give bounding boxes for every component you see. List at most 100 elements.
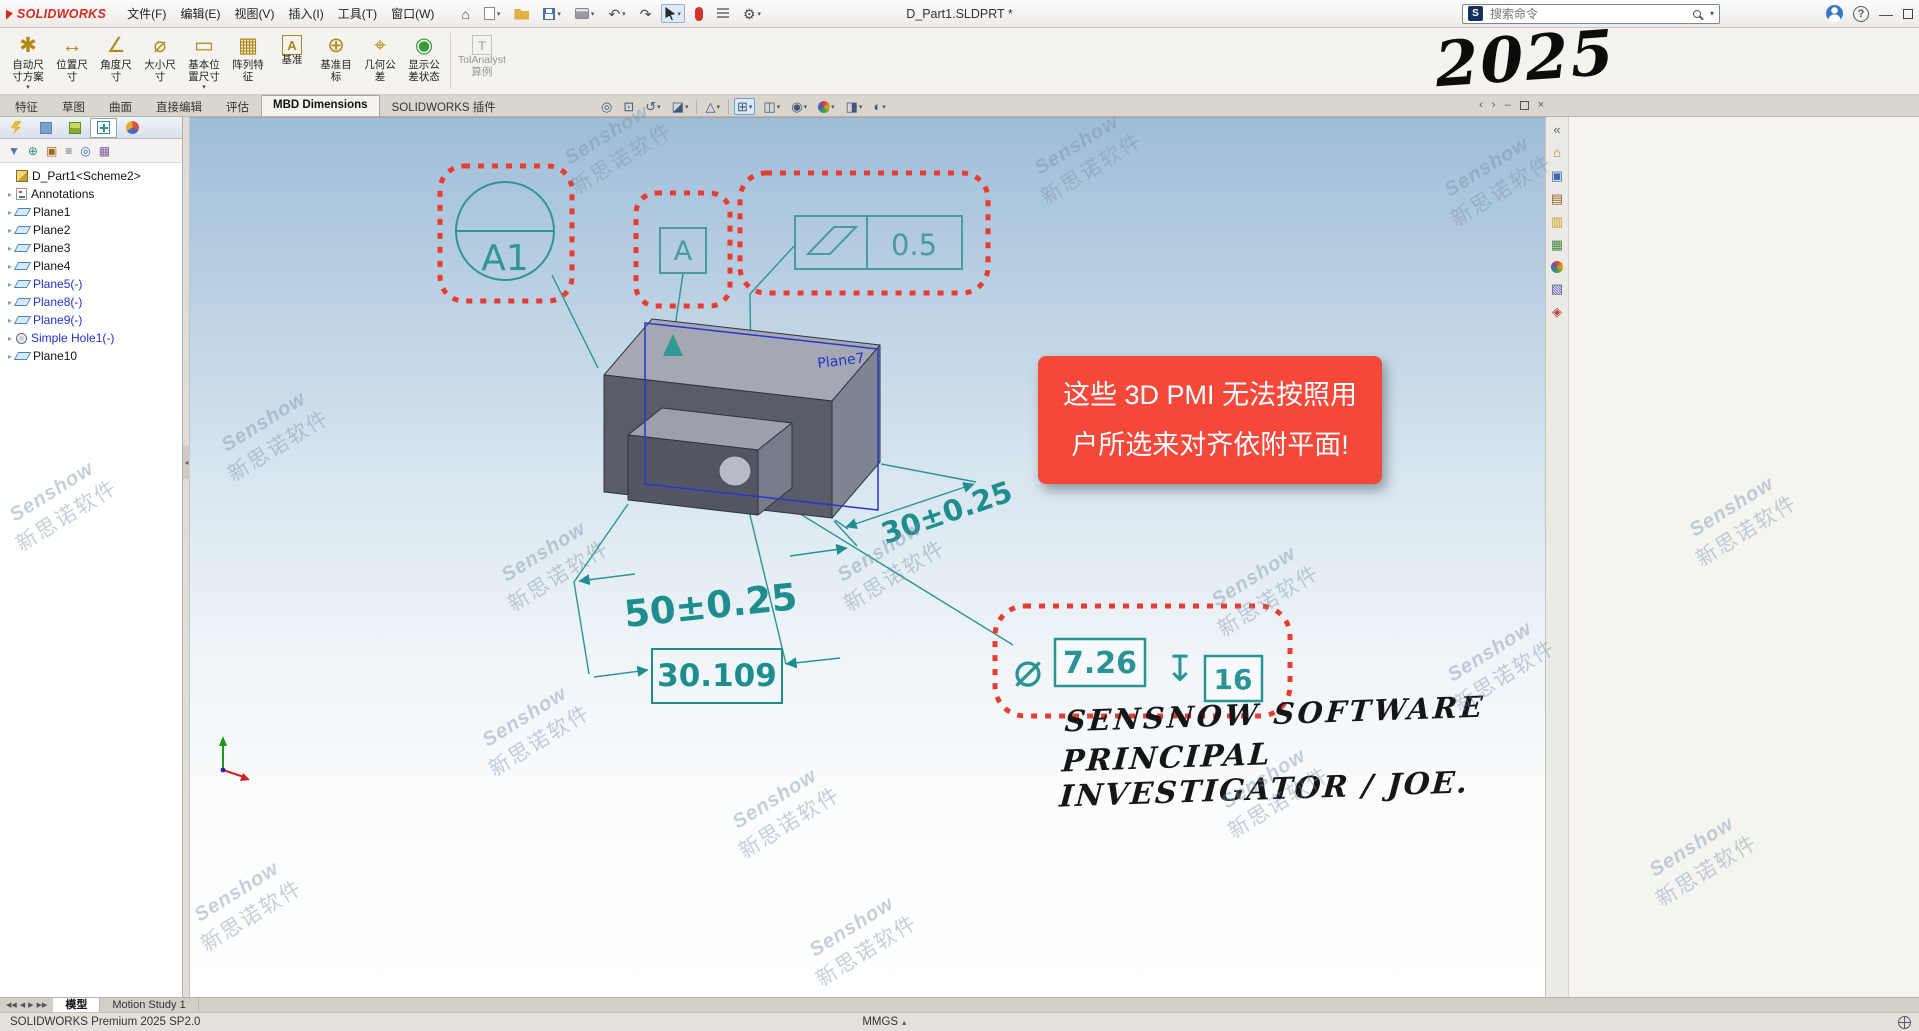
graphics-area[interactable]: Plane7 A1 A 0.5 50 — [190, 117, 1545, 997]
print-button[interactable]: ▾ — [571, 5, 599, 22]
tree-item-Plane2[interactable]: ▸Plane2 — [4, 221, 182, 239]
ribbon-button-auto-dimension[interactable]: ✱自动尺寸方案▾ — [6, 31, 50, 92]
zoom-fit-button[interactable]: ◎ — [598, 98, 615, 115]
tab-SOLIDWORKS 插件[interactable]: SOLIDWORKS 插件 — [380, 95, 508, 116]
settings-button[interactable]: ⚙▾ — [739, 4, 765, 24]
solidworks-resources-icon[interactable]: ▣ — [1551, 169, 1563, 183]
view-orientation-button[interactable]: ⊞▾ — [734, 98, 755, 115]
doc-close-icon[interactable]: × — [1538, 97, 1544, 113]
minimize-button[interactable]: — — [1879, 7, 1893, 21]
ribbon-button-datum[interactable]: A基准 — [270, 31, 314, 92]
tab-直接编辑[interactable]: 直接编辑 — [144, 95, 214, 116]
tree-item-Plane4[interactable]: ▸Plane4 — [4, 257, 182, 275]
displaymanager-tab[interactable] — [119, 118, 146, 138]
view-settings-button[interactable]: ◐▾ — [870, 98, 888, 115]
ribbon-button-basic-location-dimension[interactable]: ▭基本位置尺寸▾ — [182, 31, 226, 92]
menu-item[interactable]: 编辑(E) — [173, 4, 227, 24]
view-palette-icon[interactable]: ▦ — [1551, 238, 1563, 252]
rebuild-indicator-button[interactable] — [691, 4, 707, 24]
ribbon-button-pattern-feature[interactable]: ▦阵列特征 — [226, 31, 270, 92]
tab-MBD Dimensions[interactable]: MBD Dimensions — [261, 95, 380, 116]
ribbon-button-datum-target[interactable]: ⊕基准目标 — [314, 31, 358, 92]
display-style-button[interactable]: ◫▾ — [760, 98, 783, 115]
home-icon[interactable]: ⌂ — [1553, 146, 1561, 160]
list-icon[interactable]: ≡ — [65, 145, 72, 157]
hide-show-items-button[interactable]: ◉▾ — [788, 98, 810, 115]
new-document-button[interactable]: ▾ — [480, 4, 505, 23]
apply-scene-button[interactable]: ◨▾ — [843, 98, 866, 115]
menu-item[interactable]: 插入(I) — [281, 4, 330, 24]
edit-appearance-button[interactable]: ▾ — [815, 99, 838, 115]
search-icon[interactable] — [1693, 10, 1701, 18]
restore-button[interactable] — [1903, 9, 1913, 19]
unit-system[interactable]: MMGS ▴ — [862, 1016, 906, 1028]
section-view-button[interactable]: ◪▾ — [669, 98, 692, 115]
dimxpertmanager-tab[interactable] — [90, 118, 117, 138]
tab-曲面[interactable]: 曲面 — [97, 95, 144, 116]
doc-minimize-icon[interactable]: – — [1504, 97, 1510, 113]
next-tab-icon[interactable]: ▶ — [28, 1001, 33, 1009]
tree-item-Plane3[interactable]: ▸Plane3 — [4, 239, 182, 257]
account-icon[interactable] — [1826, 5, 1843, 22]
previous-document-icon[interactable]: ‹ — [1479, 97, 1483, 113]
design-library-icon[interactable]: ▤ — [1551, 192, 1563, 206]
featuremanager-tab[interactable] — [3, 118, 30, 138]
tree-item-Plane10[interactable]: ▸Plane10 — [4, 347, 182, 365]
dimension-50[interactable]: 50±0.25 — [622, 575, 799, 636]
custom-properties-icon[interactable]: ▧ — [1551, 282, 1563, 296]
panel-splitter[interactable]: ◂ — [183, 117, 190, 997]
undo-button[interactable]: ↶▾ — [604, 4, 629, 24]
tree-item-Plane8(-)[interactable]: ▸Plane8(-) — [4, 293, 182, 311]
tab-特征[interactable]: 特征 — [3, 95, 50, 116]
tab-草图[interactable]: 草图 — [50, 95, 97, 116]
expander-icon[interactable]: ▸ — [4, 334, 16, 343]
tree-root[interactable]: D_Part1<Scheme2> — [4, 167, 182, 185]
filter-icon[interactable]: ▼ — [8, 145, 20, 157]
menu-item[interactable]: 视图(V) — [227, 4, 281, 24]
redo-button[interactable]: ↷ — [636, 4, 656, 24]
tree-item-Annotations[interactable]: ▸Annotations — [4, 185, 182, 203]
doc-restore-icon[interactable] — [1520, 101, 1529, 110]
study-tab-模型[interactable]: 模型 — [53, 998, 100, 1012]
hole-callout[interactable]: ⌀ 7.26 ↧ 16 — [1014, 639, 1262, 701]
expander-icon[interactable]: ▸ — [4, 190, 16, 199]
select-button[interactable]: ▾ — [661, 4, 685, 23]
menu-item[interactable]: 文件(F) — [120, 4, 173, 24]
menu-item[interactable]: 窗口(W) — [384, 4, 441, 24]
collapse-icon[interactable]: « — [1553, 123, 1560, 137]
open-button[interactable] — [510, 5, 533, 23]
display-options-button[interactable] — [713, 5, 733, 22]
search-caret-icon[interactable]: ▾ — [1710, 9, 1714, 18]
tree-item-Plane9(-)[interactable]: ▸Plane9(-) — [4, 311, 182, 329]
dimension-30[interactable]: 30±0.25 — [877, 474, 1017, 550]
pattern-icon[interactable]: ▦ — [99, 145, 110, 157]
help-icon[interactable]: ? — [1853, 6, 1869, 22]
propertymanager-tab[interactable] — [32, 118, 59, 138]
last-tab-icon[interactable]: ▶▶ — [37, 1001, 48, 1009]
datum-a1-callout[interactable]: A1 — [456, 182, 554, 280]
save-button[interactable]: ▾ — [539, 5, 565, 23]
forum-icon[interactable]: ◈ — [1552, 305, 1562, 319]
add-dimension-icon[interactable]: ⊕ — [28, 145, 38, 157]
menu-item[interactable]: 工具(T) — [331, 4, 384, 24]
home-button[interactable]: ⌂ — [457, 4, 473, 24]
configurationmanager-tab[interactable] — [61, 118, 88, 138]
scheme-icon[interactable]: ▣ — [46, 145, 57, 157]
next-document-icon[interactable]: › — [1492, 97, 1496, 113]
first-tab-icon[interactable]: ◀◀ — [6, 1001, 17, 1009]
target-icon[interactable]: ◎ — [80, 145, 90, 157]
tab-评估[interactable]: 评估 — [214, 95, 261, 116]
previous-view-button[interactable]: ↺▾ — [642, 98, 663, 115]
tree-item-Simple Hole1(-)[interactable]: ▸Simple Hole1(-) — [4, 329, 182, 347]
ribbon-button-geometric-tolerance[interactable]: ⌖几何公差 — [358, 31, 402, 92]
appearances-scenes-icon[interactable] — [1551, 261, 1563, 273]
web-help-icon[interactable] — [1898, 1016, 1911, 1029]
prev-tab-icon[interactable]: ◀ — [20, 1001, 25, 1009]
datum-a-callout[interactable]: A — [660, 228, 706, 273]
zoom-area-button[interactable]: ⊡ — [620, 98, 637, 115]
file-explorer-icon[interactable]: ▥ — [1551, 215, 1563, 229]
tree-item-Plane5(-)[interactable]: ▸Plane5(-) — [4, 275, 182, 293]
dimension-30109[interactable]: 30.109 — [652, 649, 782, 703]
ribbon-button-show-tolerance-status[interactable]: ◉显示公差状态 — [402, 31, 446, 92]
parallelism-callout[interactable]: 0.5 — [795, 216, 962, 269]
